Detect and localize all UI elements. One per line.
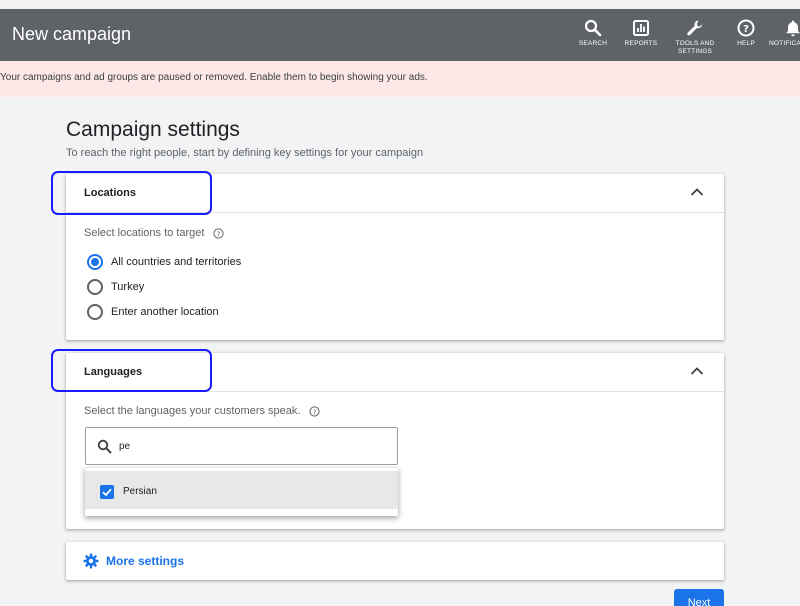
language-option-persian[interactable]: Persian (85, 471, 398, 509)
radio-unselected[interactable] (87, 279, 103, 295)
checkmark-icon (102, 488, 112, 497)
help-icon: ? (737, 19, 755, 37)
help-circle-icon[interactable]: ? (308, 405, 320, 417)
location-option-label: Enter another location (111, 306, 219, 318)
nav-search[interactable]: SEARCH (566, 19, 620, 48)
location-option-label: Turkey (111, 281, 145, 293)
top-bar: New campaign SEARCH REPORTS TOOLS AND SE… (0, 9, 800, 61)
language-suggestions-dropdown: Persian (85, 468, 398, 516)
search-icon (584, 19, 602, 37)
page-title: Campaign settings (66, 118, 240, 141)
location-option-other[interactable]: Enter another location (87, 303, 219, 321)
nav-tools-label: TOOLS AND SETTINGS (675, 40, 715, 55)
location-option-all[interactable]: All countries and territories (87, 253, 241, 271)
warning-banner-text: Your campaigns and ad groups are paused … (0, 72, 428, 83)
wrench-icon (687, 20, 703, 36)
location-option-label: All countries and territories (111, 256, 242, 268)
nav-reports-label: REPORTS (624, 40, 658, 47)
bell-icon (786, 20, 800, 37)
nav-reports[interactable]: REPORTS (614, 19, 668, 48)
nav-notifications-label: NOTIFICATIONS (769, 40, 800, 47)
nav-notifications[interactable]: NOTIFICATIONS (765, 19, 800, 48)
radio-unselected[interactable] (87, 304, 103, 320)
language-search-input[interactable]: pe (85, 427, 398, 465)
help-circle-icon[interactable]: ? (212, 227, 224, 239)
page-header-title: New campaign (12, 24, 132, 44)
nav-search-label: SEARCH (578, 40, 608, 47)
language-option-label: Persian (123, 486, 157, 497)
more-settings-row[interactable]: More settings (66, 542, 724, 580)
warning-banner: Your campaigns and ad groups are paused … (0, 61, 800, 97)
page-subtitle: To reach the right people, start by defi… (66, 147, 424, 159)
location-option-turkey[interactable]: Turkey (87, 278, 144, 296)
more-settings-label: More settings (106, 554, 185, 568)
radio-selected[interactable] (87, 254, 103, 270)
language-search-value: pe (119, 441, 131, 452)
svg-text:?: ? (216, 230, 220, 238)
locations-prompt-text: Select locations to target (84, 227, 205, 239)
languages-prompt: Select the languages your customers spea… (84, 405, 320, 417)
svg-text:?: ? (312, 408, 316, 416)
chevron-up-icon[interactable] (690, 366, 704, 376)
chevron-up-icon[interactable] (690, 187, 704, 197)
nav-tools-and-settings[interactable]: TOOLS AND SETTINGS (668, 19, 722, 56)
checkbox-checked[interactable] (100, 485, 114, 499)
locations-highlight-box (51, 171, 212, 215)
next-button[interactable]: Next (674, 589, 724, 606)
locations-prompt: Select locations to target ? (84, 227, 224, 239)
languages-highlight-box (51, 349, 212, 392)
svg-text:?: ? (743, 24, 749, 35)
search-icon (97, 439, 112, 454)
gear-icon (83, 553, 99, 569)
languages-prompt-text: Select the languages your customers spea… (84, 405, 301, 417)
reports-icon (633, 20, 649, 36)
